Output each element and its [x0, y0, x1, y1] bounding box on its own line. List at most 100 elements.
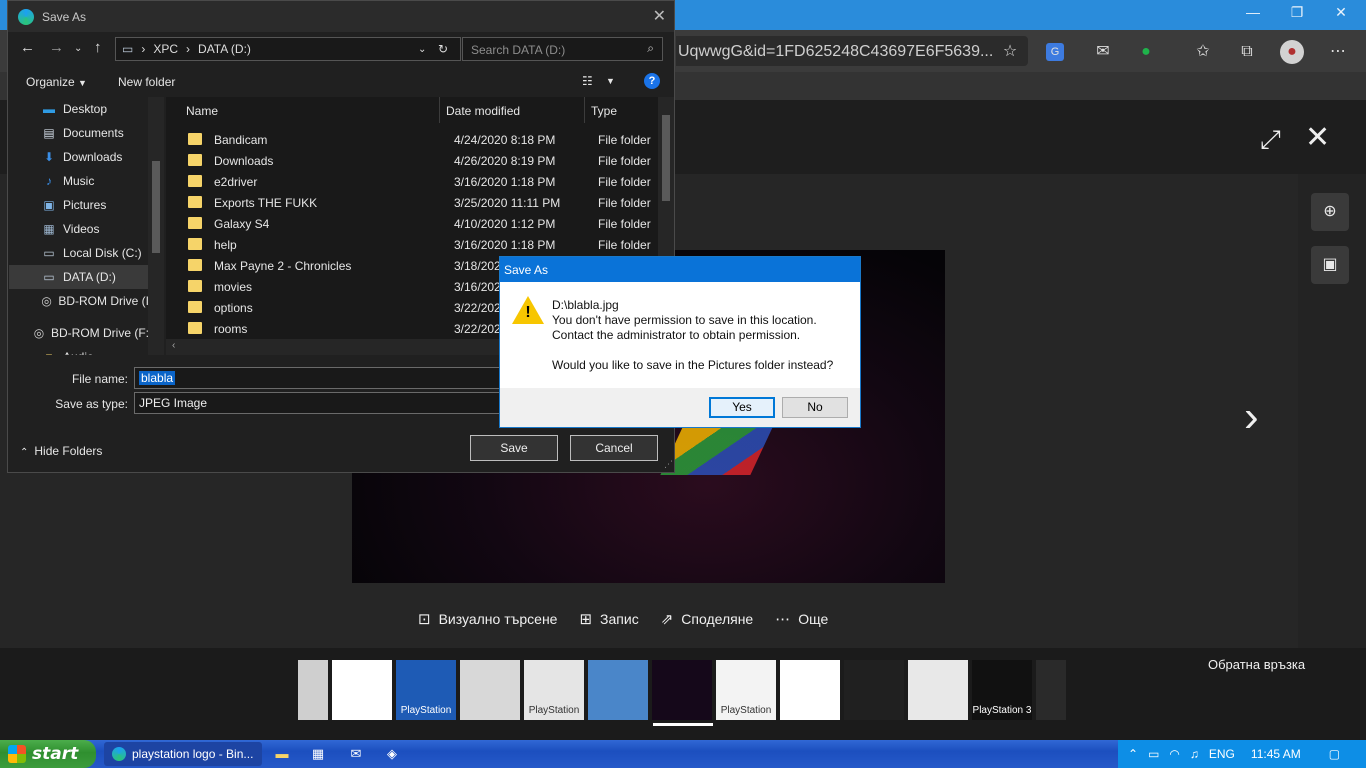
nav-item[interactable]: ▣ Pictures — [9, 193, 149, 217]
thumbnail-image[interactable]: PlayStation — [396, 660, 456, 720]
notifications-icon[interactable]: ▢ — [1329, 747, 1340, 761]
column-type[interactable]: Type — [585, 97, 658, 123]
thumbnail-image[interactable] — [298, 660, 328, 720]
nav-item[interactable]: ▦ Videos — [9, 217, 149, 241]
resize-grip-icon[interactable]: ⋰ — [664, 459, 673, 470]
file-row[interactable]: Downloads 4/26/2020 8:19 PM File folder — [166, 150, 658, 171]
scroll-left-icon[interactable]: ‹ — [172, 340, 175, 351]
thumbnail-image[interactable] — [460, 660, 520, 720]
hide-folders-button[interactable]: ⌃ Hide Folders — [20, 444, 102, 458]
close-window-icon[interactable]: ✕ — [1318, 4, 1364, 21]
nav-item-label: Pictures — [63, 198, 107, 212]
file-explorer-icon[interactable]: ▬ — [272, 744, 292, 764]
more-button[interactable]: ⋯ Още — [775, 608, 828, 630]
no-button[interactable]: No — [782, 397, 848, 418]
column-name[interactable]: Name — [166, 97, 440, 123]
file-row[interactable]: e2driver 3/16/2020 1:18 PM File folder — [166, 171, 658, 192]
file-row[interactable]: Exports THE FUKK 3/25/2020 11:11 PM File f… — [166, 192, 658, 213]
organize-button[interactable]: Organize ▼ — [26, 75, 87, 89]
feedback-link[interactable]: Обратна връзка — [1208, 657, 1305, 672]
volume-icon[interactable]: ♫ — [1190, 747, 1199, 761]
nav-item[interactable]: ▭ Local Disk (C:) — [9, 241, 149, 265]
thumbnail-image[interactable] — [1036, 660, 1066, 720]
column-date-modified[interactable]: Date modified — [440, 97, 585, 123]
thumbnail-image[interactable] — [844, 660, 904, 720]
store-icon[interactable]: ▦ — [308, 744, 328, 764]
share-button[interactable]: ⇗ Споделяне — [661, 608, 754, 630]
search-input[interactable]: Search DATA (D:) ⌕ — [462, 37, 663, 61]
thumbnail-image[interactable] — [652, 660, 712, 720]
breadcrumb-data-drive[interactable]: DATA (D:) — [198, 42, 251, 56]
mail-icon[interactable]: ✉ — [346, 744, 366, 764]
nav-item[interactable]: ▭ DATA (D:) — [9, 265, 149, 289]
nav-item[interactable]: ◎ BD-ROM Drive (I — [9, 289, 149, 313]
cancel-button[interactable]: Cancel — [570, 435, 658, 461]
nav-item[interactable]: ■ Audio — [9, 345, 149, 355]
image-details-icon[interactable]: ▣ — [1311, 246, 1349, 284]
language-indicator[interactable]: ENG — [1209, 747, 1235, 761]
next-image-icon[interactable]: › — [1244, 392, 1259, 442]
up-arrow-icon[interactable]: ↑ — [94, 39, 102, 56]
battery-icon[interactable]: ▭ — [1148, 747, 1159, 761]
nav-item[interactable]: ♪ Music — [9, 169, 149, 193]
file-date: 3/16/2020 1:18 PM — [454, 238, 556, 252]
thumbnail-image[interactable] — [588, 660, 648, 720]
organize-label: Organize — [26, 75, 75, 89]
settings-more-icon[interactable]: ⋯ — [1326, 40, 1350, 64]
profile-avatar[interactable]: ● — [1280, 40, 1304, 64]
help-icon[interactable]: ? — [644, 73, 660, 89]
mail-extension-icon[interactable]: ✉ — [1091, 40, 1115, 64]
minimize-icon[interactable]: — — [1230, 4, 1276, 20]
taskbar-item-browser[interactable]: playstation logo - Bin... — [104, 742, 262, 766]
save-collection-button[interactable]: ⊞ Запис — [579, 608, 638, 630]
close-icon[interactable]: ✕ — [1305, 120, 1330, 155]
address-breadcrumb[interactable]: ▭ › XPC › DATA (D:) ⌄ ↻ — [115, 37, 461, 61]
file-row[interactable]: Bandicam 4/24/2020 8:18 PM File folder — [166, 129, 658, 150]
view-options-icon[interactable]: ☷ — [582, 74, 593, 88]
translate-icon[interactable]: G — [1046, 43, 1064, 61]
file-row[interactable]: Galaxy S4 4/10/2020 1:12 PM File folder — [166, 213, 658, 234]
teams-icon[interactable]: ◈ — [382, 744, 402, 764]
thumbnail-image[interactable]: PlayStation 3 — [972, 660, 1032, 720]
save-button[interactable]: Save — [470, 435, 558, 461]
thumbnail-image[interactable] — [332, 660, 392, 720]
chevron-down-icon[interactable]: ▼ — [606, 76, 615, 86]
thumbnail-image[interactable] — [908, 660, 968, 720]
refresh-icon[interactable]: ↻ — [438, 42, 448, 56]
file-row[interactable]: help 3/16/2020 1:18 PM File folder — [166, 234, 658, 255]
forward-arrow-icon[interactable]: → — [49, 39, 64, 56]
visual-search-side-icon[interactable]: ⊕ — [1311, 193, 1349, 231]
nav-item[interactable]: ▬ Desktop — [9, 97, 149, 121]
chat-extension-icon[interactable]: ● — [1134, 40, 1158, 64]
nav-item[interactable]: ⬇ Downloads — [9, 145, 149, 169]
recent-locations-icon[interactable]: ⌄ — [74, 43, 82, 54]
thumbnail-caption: PlayStation — [400, 705, 452, 716]
visual-search-icon: ⊡ — [418, 611, 431, 628]
nav-pane-scroll-thumb[interactable] — [152, 161, 160, 253]
clock[interactable]: 11:45 AM — [1251, 747, 1301, 761]
favorites-icon[interactable]: ✩ — [1191, 40, 1215, 64]
start-button[interactable]: start — [0, 740, 96, 768]
favorite-star-icon[interactable]: ☆ — [998, 40, 1022, 64]
thumbnail-image[interactable]: PlayStation — [716, 660, 776, 720]
expand-icon[interactable]: ⤢ — [1260, 124, 1281, 156]
chevron-up-icon[interactable]: ⌃ — [1128, 747, 1138, 761]
wifi-icon[interactable]: ◠ — [1169, 747, 1179, 761]
collections-icon[interactable]: ⧉ — [1235, 40, 1259, 64]
new-folder-button[interactable]: New folder — [118, 75, 175, 89]
add-collection-icon: ⊞ — [579, 611, 593, 628]
chevron-down-icon[interactable]: ⌄ — [418, 44, 426, 55]
thumbnail-image[interactable]: PlayStation — [524, 660, 584, 720]
breadcrumb-xpc[interactable]: XPC — [153, 42, 178, 56]
back-arrow-icon[interactable]: ← — [20, 39, 35, 56]
nav-item[interactable]: ▤ Documents — [9, 121, 149, 145]
edge-icon — [112, 747, 126, 761]
close-icon[interactable]: ✕ — [653, 6, 666, 26]
maximize-icon[interactable]: ❐ — [1274, 4, 1320, 21]
visual-search-button[interactable]: ⊡ Визуално търсене — [418, 608, 557, 630]
thumbnail-image[interactable] — [780, 660, 840, 720]
address-bar[interactable]: UqwwgG&id=1FD625248C43697E6F5639... — [676, 36, 1028, 66]
yes-button[interactable]: Yes — [709, 397, 775, 418]
nav-item[interactable]: ◎ BD-ROM Drive (F: — [9, 321, 149, 345]
file-list-scroll-thumb[interactable] — [662, 115, 670, 201]
